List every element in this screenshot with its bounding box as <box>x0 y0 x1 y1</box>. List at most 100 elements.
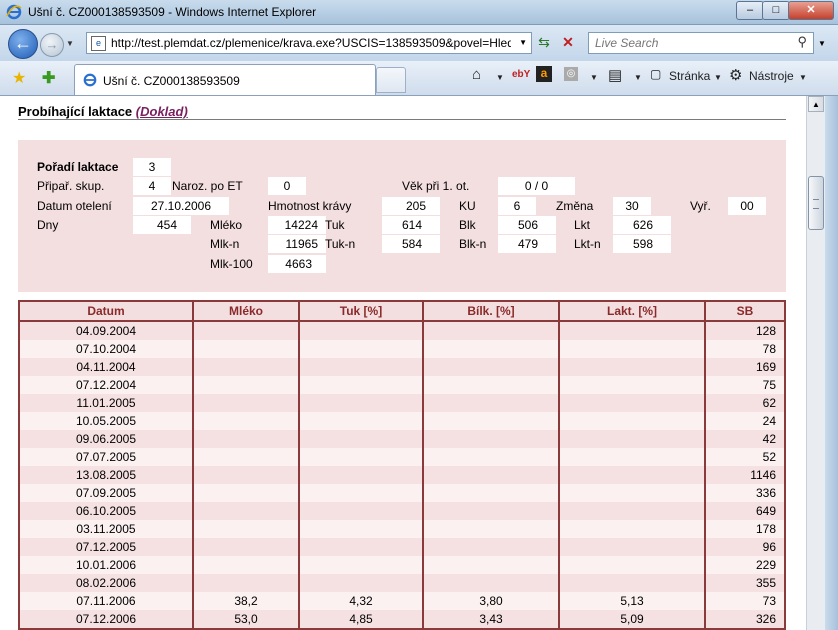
cell-datum: 03.11.2005 <box>19 520 194 538</box>
cell-bilk <box>423 358 560 376</box>
rss-feed-icon[interactable]: ◎ <box>564 67 578 81</box>
cell-sb: 52 <box>705 448 786 466</box>
search-dropdown-icon[interactable]: ▼ <box>818 39 826 48</box>
page-menu[interactable]: Stránka <box>669 69 710 83</box>
lktn-value: 598 <box>613 235 671 253</box>
cell-tuk <box>299 466 424 484</box>
table-row: 13.08.2005 1146 <box>19 466 786 484</box>
ebay-icon[interactable]: ebY <box>512 69 530 80</box>
page-menu-icon[interactable]: ▢ <box>650 67 661 81</box>
tab-label: Ušní č. CZ000138593509 <box>103 74 240 88</box>
poradi-value: 3 <box>133 158 171 176</box>
home-icon[interactable]: ⌂ <box>472 66 481 83</box>
forward-button[interactable]: → <box>40 33 64 57</box>
table-row: 07.07.2005 52 <box>19 448 786 466</box>
lktn-label: Lkt-n <box>574 237 601 251</box>
cell-lakt: 5,13 <box>559 592 706 610</box>
cell-mleko <box>193 574 300 592</box>
cell-lakt <box>559 376 706 394</box>
naroz-label: Naroz. po ET <box>172 179 243 193</box>
table-row: 04.11.2004 169 <box>19 358 786 376</box>
url-text[interactable]: http://test.plemdat.cz/plemenice/krava.e… <box>111 36 511 50</box>
new-tab-button[interactable] <box>376 67 406 93</box>
table-row: 09.06.2005 42 <box>19 430 786 448</box>
cell-tuk <box>299 376 424 394</box>
table-row: 07.12.2005 96 <box>19 538 786 556</box>
tools-menu[interactable]: Nástroje <box>749 69 794 83</box>
home-dropdown-icon[interactable]: ▼ <box>496 73 504 82</box>
cell-lakt <box>559 574 706 592</box>
minimize-button[interactable]: – <box>736 1 764 20</box>
tuk-label: Tuk <box>325 218 345 232</box>
favorites-star-icon[interactable]: ★ <box>12 68 26 88</box>
cell-mleko <box>193 358 300 376</box>
print-icon[interactable]: ▤ <box>608 66 622 84</box>
doklad-link[interactable]: (Doklad) <box>136 104 188 119</box>
hmotnost-label: Hmotnost krávy <box>268 199 352 213</box>
window-frame-right <box>825 96 838 630</box>
cell-bilk: 3,80 <box>423 592 560 610</box>
cell-bilk <box>423 484 560 502</box>
cell-tuk <box>299 502 424 520</box>
tools-dropdown-icon[interactable]: ▼ <box>799 73 807 82</box>
gear-icon[interactable]: ⚙ <box>729 66 742 84</box>
page-dropdown-icon[interactable]: ▼ <box>714 73 722 82</box>
cell-tuk <box>299 556 424 574</box>
blkn-value: 479 <box>498 235 556 253</box>
cell-bilk <box>423 538 560 556</box>
tab-current[interactable]: Ušní č. CZ000138593509 <box>74 64 376 95</box>
section-title: Probíhající laktace (Doklad) <box>18 104 188 119</box>
cell-datum: 07.10.2004 <box>19 340 194 358</box>
url-field[interactable]: e http://test.plemdat.cz/plemenice/krava… <box>86 32 532 54</box>
cell-mleko <box>193 340 300 358</box>
tukn-label: Tuk-n <box>325 237 356 251</box>
title-divider <box>18 119 786 120</box>
cell-tuk <box>299 430 424 448</box>
back-button[interactable]: ← <box>8 29 38 59</box>
cell-tuk <box>299 340 424 358</box>
table-row: 07.12.2004 75 <box>19 376 786 394</box>
cell-bilk: 3,43 <box>423 610 560 629</box>
stop-icon[interactable]: ✕ <box>558 32 578 52</box>
cell-datum: 06.10.2005 <box>19 502 194 520</box>
cell-lakt <box>559 340 706 358</box>
amazon-icon[interactable]: a <box>536 66 552 82</box>
cell-sb: 169 <box>705 358 786 376</box>
search-box[interactable]: ⚲ <box>588 32 814 54</box>
cell-mleko <box>193 538 300 556</box>
close-button[interactable]: ✕ <box>788 1 834 20</box>
scroll-thumb[interactable] <box>808 176 824 230</box>
dny-label: Dny <box>37 218 59 232</box>
datum-value: 27.10.2006 <box>133 197 229 215</box>
scroll-up-icon[interactable]: ▲ <box>808 96 824 112</box>
cell-sb: 73 <box>705 592 786 610</box>
tuk-value: 614 <box>382 216 440 234</box>
lkt-label: Lkt <box>574 218 591 232</box>
table-row: 07.09.2005 336 <box>19 484 786 502</box>
col-lakt: Lakt. [%] <box>559 301 706 322</box>
mleko-label: Mléko <box>210 218 243 232</box>
url-dropdown-icon[interactable]: ▼ <box>519 38 527 47</box>
print-dropdown-icon[interactable]: ▼ <box>634 73 642 82</box>
cell-mleko <box>193 502 300 520</box>
refresh-icon[interactable]: ⇆ <box>534 32 554 52</box>
table-row: 03.11.2005 178 <box>19 520 786 538</box>
vertical-scrollbar[interactable]: ▲ <box>806 96 825 630</box>
cell-bilk <box>423 430 560 448</box>
maximize-button[interactable]: □ <box>762 1 790 20</box>
cell-datum: 10.01.2006 <box>19 556 194 574</box>
cell-bilk <box>423 556 560 574</box>
cell-tuk <box>299 394 424 412</box>
cell-sb: 128 <box>705 321 786 340</box>
table-row: 07.12.2006 53,0 4,85 3,43 5,09 326 <box>19 610 786 629</box>
feed-dropdown-icon[interactable]: ▼ <box>590 73 598 82</box>
recent-pages-dropdown-icon[interactable]: ▼ <box>66 39 74 48</box>
search-input[interactable] <box>593 35 787 51</box>
blkn-label: Blk-n <box>459 237 487 251</box>
cell-mleko <box>193 430 300 448</box>
cell-sb: 96 <box>705 538 786 556</box>
search-icon[interactable]: ⚲ <box>797 34 807 50</box>
cell-bilk <box>423 466 560 484</box>
add-favorite-icon[interactable]: ✚ <box>42 68 55 88</box>
cell-lakt <box>559 484 706 502</box>
